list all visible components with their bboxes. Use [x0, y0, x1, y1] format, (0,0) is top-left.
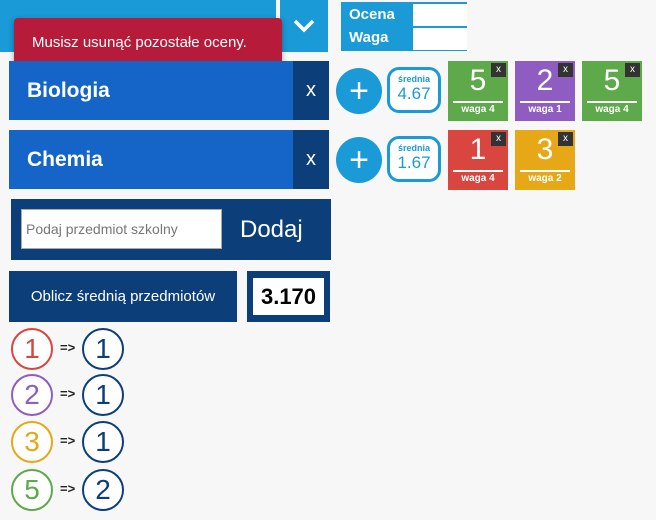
dropdown-button[interactable] [280, 0, 328, 52]
grade-weight: waga 4 [453, 101, 503, 116]
add-subject-form: Dodaj [11, 199, 331, 260]
remove-grade-button[interactable]: x [491, 132, 506, 146]
arrow-text: => [60, 340, 76, 355]
grade-tile: 5 x waga 4 [582, 61, 642, 121]
error-toast: Musisz usunąć pozostałe oceny. [14, 18, 282, 66]
grade-tile: 1 x waga 4 [448, 130, 508, 190]
waga-input[interactable] [413, 28, 467, 50]
average-value: 1.67 [397, 153, 431, 172]
grade-weight: waga 4 [587, 101, 637, 116]
subject-name: Chemia [27, 148, 103, 171]
add-subject-button[interactable]: Dodaj [240, 199, 303, 260]
arrow-text: => [60, 386, 76, 401]
count-circle: 1 [82, 421, 124, 463]
count-circle: 1 [82, 328, 124, 370]
subject-input[interactable] [21, 209, 222, 249]
grade-weight-panel: Ocena Waga [341, 2, 467, 51]
average-badge: średnia 4.67 [387, 67, 441, 113]
remove-grade-button[interactable]: x [491, 63, 506, 77]
result-box: 3.170 [247, 271, 330, 322]
result-value: 3.170 [253, 278, 324, 315]
remove-subject-button[interactable]: x [293, 61, 329, 120]
add-grade-button[interactable]: + [336, 68, 382, 114]
subject-name: Biologia [27, 79, 110, 102]
remove-subject-button[interactable]: x [293, 130, 329, 189]
grade-tile: 2 x waga 1 [515, 61, 575, 121]
subject-row-chemia: Chemia x [9, 130, 329, 189]
calculate-average-button[interactable]: Oblicz średnią przedmiotów [9, 271, 237, 322]
grade-weight: waga 1 [520, 101, 570, 116]
chevron-down-icon [293, 19, 315, 33]
remove-grade-button[interactable]: x [558, 132, 573, 146]
arrow-text: => [60, 433, 76, 448]
average-value: 4.67 [397, 84, 431, 103]
grade-tile: 5 x waga 4 [448, 61, 508, 121]
average-label: średnia [397, 143, 430, 153]
remove-grade-button[interactable]: x [625, 63, 640, 77]
grade-weight: waga 2 [520, 170, 570, 185]
grade-circle: 2 [11, 374, 53, 416]
count-circle: 2 [82, 469, 124, 511]
arrow-text: => [60, 481, 76, 496]
waga-label: Waga [349, 29, 389, 46]
grade-weight: waga 4 [453, 170, 503, 185]
grade-circle: 5 [11, 469, 53, 511]
remove-grade-button[interactable]: x [558, 63, 573, 77]
subject-row-biologia: Biologia x [9, 61, 329, 120]
ocena-input[interactable] [413, 4, 467, 26]
add-grade-button[interactable]: + [336, 137, 382, 183]
grade-tile: 3 x waga 2 [515, 130, 575, 190]
average-badge: średnia 1.67 [387, 136, 441, 182]
count-circle: 1 [82, 374, 124, 416]
ocena-label: Ocena [349, 6, 395, 23]
grade-circle: 3 [11, 421, 53, 463]
grade-circle: 1 [11, 328, 53, 370]
average-label: średnia [397, 74, 430, 84]
